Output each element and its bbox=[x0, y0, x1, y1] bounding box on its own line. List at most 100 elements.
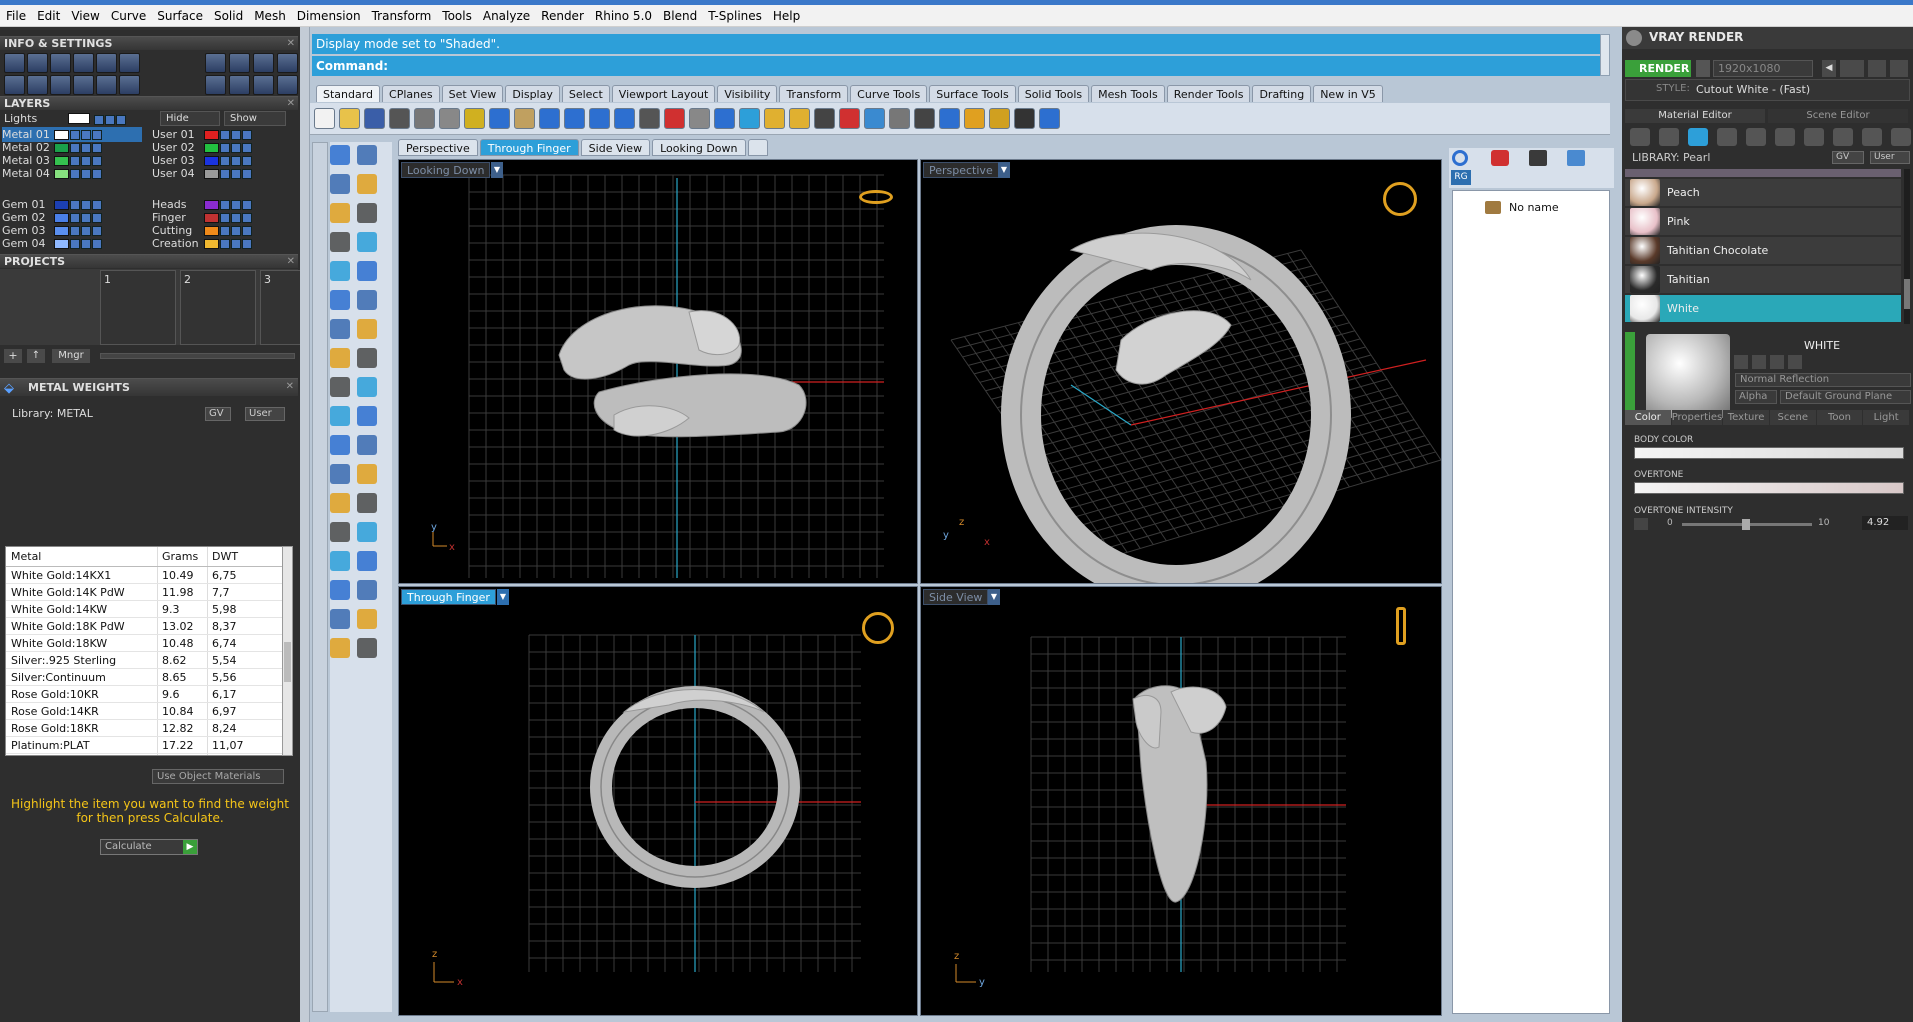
alpha-toggle[interactable]: Alpha bbox=[1735, 390, 1777, 404]
layer-toggle-icon[interactable] bbox=[220, 169, 230, 179]
layer-toggle-icon[interactable] bbox=[242, 156, 252, 166]
layer-toggle-icon[interactable] bbox=[220, 239, 230, 249]
layer-toggle-icon[interactable] bbox=[70, 143, 80, 153]
settings-tool-icon[interactable] bbox=[253, 75, 274, 95]
side-tool-icon[interactable] bbox=[357, 493, 377, 513]
menu-item-file[interactable]: File bbox=[6, 9, 26, 23]
layer-toggle-icon[interactable] bbox=[81, 226, 91, 236]
layer-toggle-icon[interactable] bbox=[242, 213, 252, 223]
material-type-icon[interactable] bbox=[1717, 128, 1737, 146]
reflection-select[interactable]: Normal Reflection bbox=[1735, 373, 1911, 387]
vray-gv-button[interactable]: GV bbox=[1832, 151, 1864, 164]
chevron-down-icon[interactable]: ▼ bbox=[988, 589, 1000, 605]
table-row[interactable]: White Gold:14KW 9.3 5,98 bbox=[6, 601, 282, 618]
side-tool-icon[interactable] bbox=[357, 435, 377, 455]
settings-tool-icon[interactable] bbox=[27, 53, 48, 73]
layer-toggle-icon[interactable] bbox=[231, 200, 241, 210]
use-object-materials-button[interactable]: Use Object Materials bbox=[152, 769, 284, 784]
layer-toggle-icon[interactable] bbox=[220, 200, 230, 210]
layer-toggle-icon[interactable] bbox=[242, 200, 252, 210]
menu-item-blend[interactable]: Blend bbox=[663, 9, 697, 23]
toolbar-tool-icon[interactable] bbox=[364, 108, 385, 129]
table-row[interactable]: White Gold:18KW 10.48 6,74 bbox=[6, 635, 282, 652]
tab-solid-tools[interactable]: Solid Tools bbox=[1017, 85, 1090, 102]
prop-tab-scene[interactable]: Scene bbox=[1769, 410, 1816, 425]
toolbar-tool-icon[interactable] bbox=[1014, 108, 1035, 129]
viewport-label-side-view[interactable]: Side View bbox=[923, 589, 989, 605]
tab-set-view[interactable]: Set View bbox=[441, 85, 504, 102]
tab-mesh-tools[interactable]: Mesh Tools bbox=[1091, 85, 1165, 102]
toolbar-tool-icon[interactable] bbox=[339, 108, 360, 129]
side-tool-icon[interactable] bbox=[357, 551, 377, 571]
tab-surface-tools[interactable]: Surface Tools bbox=[929, 85, 1016, 102]
column-header[interactable]: Metal bbox=[6, 547, 158, 566]
layer-toggle-icon[interactable] bbox=[242, 226, 252, 236]
side-tool-icon[interactable] bbox=[357, 464, 377, 484]
projects-slider[interactable] bbox=[100, 353, 295, 359]
chevron-down-icon[interactable]: ▼ bbox=[998, 162, 1010, 178]
vray-user-button[interactable]: User bbox=[1870, 151, 1910, 164]
settings-tool-icon[interactable] bbox=[50, 75, 71, 95]
menu-item-solid[interactable]: Solid bbox=[214, 9, 243, 23]
up-project-button[interactable]: ↑ bbox=[27, 349, 45, 363]
viewport-looking-down[interactable]: y x Looking Down ▼ bbox=[398, 159, 918, 584]
side-tool-icon[interactable] bbox=[330, 609, 350, 629]
command-scrollbar[interactable] bbox=[1600, 34, 1610, 76]
layer-toggle-icon[interactable] bbox=[81, 213, 91, 223]
side-tool-icon[interactable] bbox=[357, 609, 377, 629]
layer-toggle-icon[interactable] bbox=[81, 239, 91, 249]
gv-button[interactable]: GV bbox=[205, 407, 231, 421]
toolbar-tool-icon[interactable] bbox=[989, 108, 1010, 129]
side-tool-icon[interactable] bbox=[357, 290, 377, 310]
material-list-item[interactable]: White bbox=[1625, 295, 1901, 322]
toolbar-tool-icon[interactable] bbox=[564, 108, 585, 129]
toolbar-tool-icon[interactable] bbox=[964, 108, 985, 129]
tab-curve-tools[interactable]: Curve Tools bbox=[850, 85, 928, 102]
layer-toggle-icon[interactable] bbox=[220, 143, 230, 153]
hide-button[interactable]: Hide bbox=[160, 111, 220, 126]
resolution-select[interactable]: 1920x1080 bbox=[1713, 60, 1813, 77]
layer-toggle-icon[interactable] bbox=[81, 143, 91, 153]
side-tool-icon[interactable] bbox=[357, 145, 377, 165]
close-icon[interactable]: ✕ bbox=[286, 381, 294, 392]
side-tool-icon[interactable] bbox=[357, 203, 377, 223]
layer-toggle-icon[interactable] bbox=[70, 239, 80, 249]
material-icon[interactable] bbox=[1491, 150, 1509, 166]
side-tool-icon[interactable] bbox=[330, 348, 350, 368]
layer-row[interactable]: Metal 04 bbox=[2, 166, 142, 181]
side-tool-icon[interactable] bbox=[330, 638, 350, 658]
toolbar-tool-icon[interactable] bbox=[639, 108, 660, 129]
material-list-item[interactable]: Pink bbox=[1625, 208, 1901, 235]
side-tool-icon[interactable] bbox=[330, 435, 350, 455]
toolbar-tool-icon[interactable] bbox=[839, 108, 860, 129]
settings-tool-icon[interactable] bbox=[119, 53, 140, 73]
layer-color-swatch[interactable] bbox=[54, 226, 69, 236]
tab-drafting[interactable]: Drafting bbox=[1252, 85, 1312, 102]
side-tool-icon[interactable] bbox=[330, 203, 350, 223]
toolbar-tool-icon[interactable] bbox=[814, 108, 835, 129]
overtone-intensity-slider[interactable] bbox=[1682, 519, 1812, 530]
tab-viewport-layout[interactable]: Viewport Layout bbox=[611, 85, 716, 102]
material-type-icon[interactable] bbox=[1775, 128, 1795, 146]
layer-color-swatch[interactable] bbox=[54, 156, 69, 166]
layer-color-swatch[interactable] bbox=[54, 169, 69, 179]
toolbar-tool-icon[interactable] bbox=[789, 108, 810, 129]
settings-tool-icon[interactable] bbox=[253, 53, 274, 73]
layer-toggle-icon[interactable] bbox=[231, 239, 241, 249]
command-line[interactable]: Command: bbox=[312, 56, 1600, 76]
settings-tool-icon[interactable] bbox=[96, 75, 117, 95]
chevron-down-icon[interactable]: ▼ bbox=[497, 589, 509, 605]
layer-toggle-icon[interactable] bbox=[70, 200, 80, 210]
toolbar-tool-icon[interactable] bbox=[464, 108, 485, 129]
toolbar-tool-icon[interactable] bbox=[664, 108, 685, 129]
table-row[interactable]: Platinum:PLAT 17.22 11,07 bbox=[6, 737, 282, 754]
viewport-through-finger[interactable]: z x Through Finger ▼ bbox=[398, 586, 918, 1016]
settings-tool-icon[interactable] bbox=[277, 75, 298, 95]
tab-standard[interactable]: Standard bbox=[316, 85, 381, 102]
menu-item-view[interactable]: View bbox=[71, 9, 99, 23]
viewport-perspective[interactable]: y z x Perspective ▼ bbox=[920, 159, 1442, 584]
layer-toggle-icon[interactable] bbox=[92, 239, 102, 249]
layer-toggle-icon[interactable] bbox=[92, 213, 102, 223]
settings-tool-icon[interactable] bbox=[4, 53, 25, 73]
layer-color-swatch[interactable] bbox=[204, 130, 219, 140]
